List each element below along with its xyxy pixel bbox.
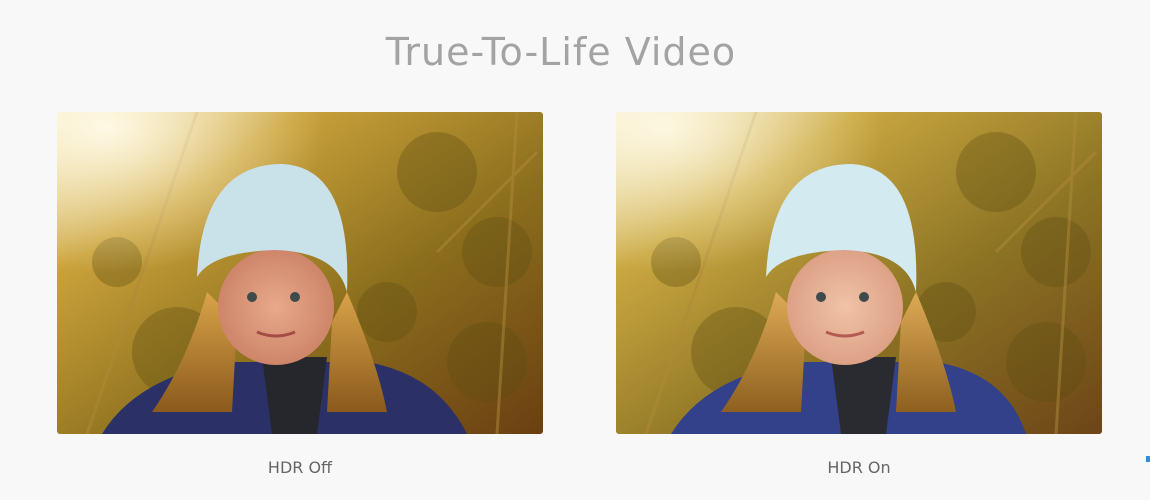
hdr-off-photo <box>57 112 543 434</box>
edge-marker <box>1146 456 1150 462</box>
hdr-on-photo <box>616 112 1102 434</box>
page-title: True-To-Life Video <box>385 30 737 74</box>
hdr-on-label: HDR On <box>827 458 891 477</box>
hdr-off-label: HDR Off <box>267 458 333 477</box>
